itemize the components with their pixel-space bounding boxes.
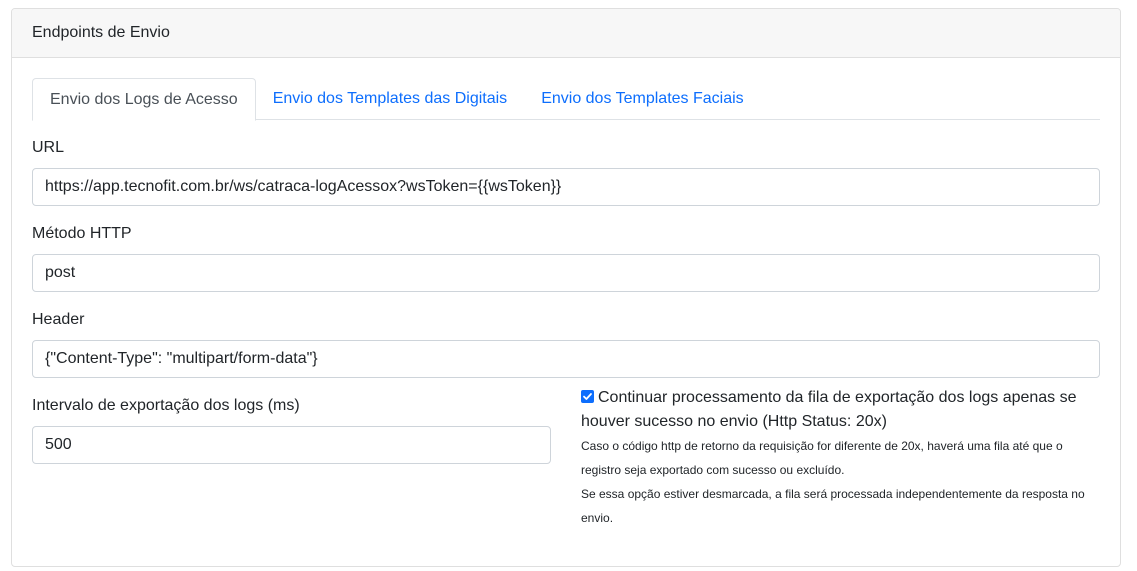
tab-templates-faciais[interactable]: Envio dos Templates Faciais	[524, 78, 760, 120]
tab-templates-digitais[interactable]: Envio dos Templates das Digitais	[256, 78, 525, 120]
tab-bar: Envio dos Logs de Acesso Envio dos Templ…	[32, 78, 1100, 121]
help-text-2: Se essa opção estiver desmarcada, a fila…	[581, 487, 1085, 525]
header-label: Header	[32, 311, 85, 328]
interval-label: Intervalo de exportação dos logs (ms)	[32, 397, 300, 414]
continue-option: Continuar processamento da fila de expor…	[581, 386, 1101, 530]
url-input[interactable]	[32, 168, 1100, 206]
help-text-1: Caso o código http de retorno da requisi…	[581, 439, 1063, 477]
card-header: Endpoints de Envio	[12, 9, 1120, 58]
method-input[interactable]	[32, 254, 1100, 292]
method-label: Método HTTP	[32, 225, 132, 242]
endpoints-card: Endpoints de Envio Envio dos Logs de Ace…	[11, 8, 1121, 567]
continue-checkbox[interactable]	[581, 390, 594, 403]
check-icon	[583, 393, 592, 400]
tab-logs-acesso[interactable]: Envio dos Logs de Acesso	[32, 78, 256, 121]
url-label: URL	[32, 139, 65, 156]
continue-option-label[interactable]: Continuar processamento da fila de expor…	[581, 389, 1077, 430]
continue-option-line: Continuar processamento da fila de expor…	[581, 386, 1101, 434]
interval-input[interactable]	[32, 426, 551, 464]
card-title: Endpoints de Envio	[32, 24, 170, 41]
header-input[interactable]	[32, 340, 1100, 378]
